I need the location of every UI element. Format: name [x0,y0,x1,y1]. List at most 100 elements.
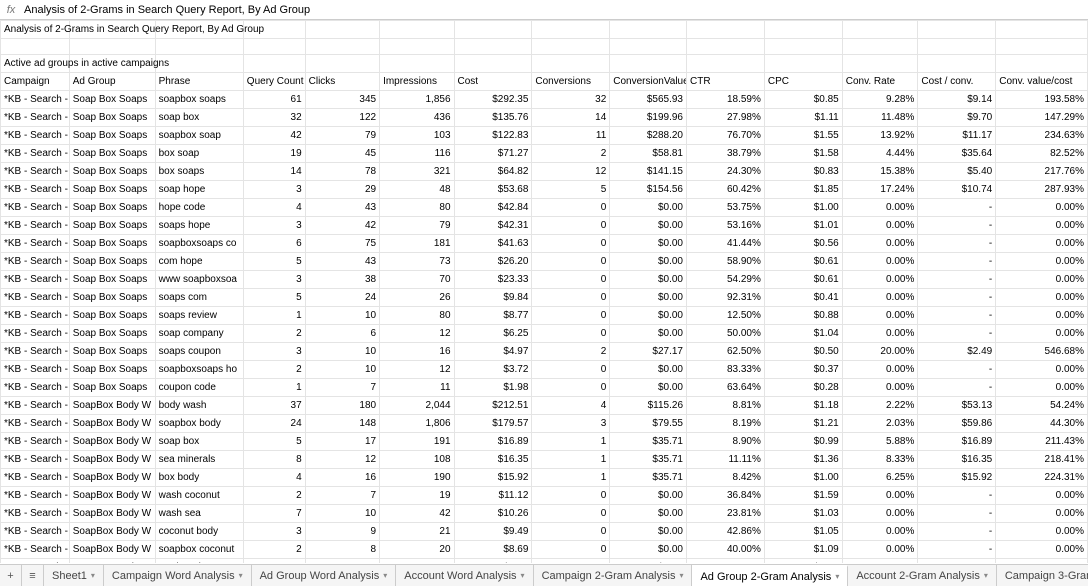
cell-impressions[interactable]: 20 [380,541,454,559]
cell-impressions[interactable]: 108 [380,451,454,469]
chevron-down-icon[interactable]: ▾ [679,571,683,580]
cell-query_count[interactable]: 4 [243,469,305,487]
cell-conv_value[interactable]: $0.00 [610,271,687,289]
cell-adgroup[interactable]: Soap Box Soaps [69,379,155,397]
cell-conv_value_cost[interactable]: 0.00% [996,541,1088,559]
cell-cost[interactable]: $71.27 [454,145,532,163]
chevron-down-icon[interactable]: ▾ [239,571,243,580]
cell-phrase[interactable]: box soap [155,145,243,163]
cell-conv_value_cost[interactable]: 0.00% [996,559,1088,564]
cell-cost_per_conv[interactable]: - [918,289,996,307]
cell-conversions[interactable]: 0 [532,253,610,271]
cell-cost_per_conv[interactable]: $53.13 [918,397,996,415]
cell-campaign[interactable]: *KB - Search - Br [1,271,70,289]
cell-cpc[interactable]: $0.99 [764,433,842,451]
cell-adgroup[interactable]: SoapBox Body W [69,505,155,523]
cell-phrase[interactable]: www soapboxsoa [155,271,243,289]
cell-conversions[interactable]: 1 [532,433,610,451]
cell-campaign[interactable]: *KB - Search - Br [1,469,70,487]
cell-conv_value_cost[interactable]: 217.76% [996,163,1088,181]
formula-bar[interactable]: fx Analysis of 2-Grams in Search Query R… [0,0,1088,20]
cell-impressions[interactable]: 80 [380,307,454,325]
cell-query_count[interactable]: 5 [243,253,305,271]
cell-cpc[interactable]: $0.56 [764,235,842,253]
cell-ctr[interactable]: 54.29% [687,271,765,289]
cell-conv_value[interactable]: $0.00 [610,325,687,343]
col-header-cost_per_conv[interactable]: Cost / conv. [918,73,996,91]
col-header-adgroup[interactable]: Ad Group [69,73,155,91]
cell-clicks[interactable]: 8 [305,541,379,559]
cell-conv_value_cost[interactable]: 0.00% [996,271,1088,289]
cell-cpc[interactable]: $0.28 [764,379,842,397]
cell-adgroup[interactable]: SoapBox Body W [69,415,155,433]
cell-phrase[interactable]: soap company [155,325,243,343]
cell-conversions[interactable]: 0 [532,523,610,541]
cell-conversions[interactable]: 4 [532,397,610,415]
cell-ctr[interactable]: 83.33% [687,361,765,379]
cell-impressions[interactable]: 1,856 [380,91,454,109]
cell-phrase[interactable]: wash sea [155,505,243,523]
cell-cost[interactable]: $6.25 [454,325,532,343]
cell-conversions[interactable]: 3 [532,415,610,433]
cell-clicks[interactable]: 43 [305,199,379,217]
cell-clicks[interactable]: 148 [305,415,379,433]
cell-cost[interactable]: $16.35 [454,451,532,469]
cell-clicks[interactable]: 42 [305,217,379,235]
cell-conv_value_cost[interactable]: 0.00% [996,505,1088,523]
cell-conv_value[interactable]: $565.93 [610,91,687,109]
cell-conversions[interactable]: 32 [532,91,610,109]
cell-cost[interactable]: $23.33 [454,271,532,289]
cell-conversions[interactable]: 2 [532,343,610,361]
cell-cpc[interactable]: $0.83 [764,163,842,181]
cell-conv_rate[interactable]: 0.00% [842,271,918,289]
cell-adgroup[interactable]: Soap Box Soaps [69,217,155,235]
cell-conversions[interactable]: 0 [532,505,610,523]
cell-conv_value[interactable]: $0.00 [610,199,687,217]
cell-cost_per_conv[interactable]: $9.70 [918,109,996,127]
cell-conversions[interactable]: 1 [532,451,610,469]
cell-campaign[interactable]: *KB - Search - Br [1,541,70,559]
cell-conv_value_cost[interactable]: 0.00% [996,199,1088,217]
cell-phrase[interactable]: sea minerals [155,451,243,469]
cell-ctr[interactable]: 58.90% [687,253,765,271]
cell-conv_value[interactable]: $0.00 [610,541,687,559]
cell-conv_value_cost[interactable]: 54.24% [996,397,1088,415]
cell-impressions[interactable]: 190 [380,469,454,487]
cell-conv_value[interactable]: $0.00 [610,487,687,505]
cell-conv_rate[interactable]: 0.00% [842,379,918,397]
cell-cost[interactable]: $8.77 [454,307,532,325]
col-header-campaign[interactable]: Campaign [1,73,70,91]
cell-conversions[interactable]: 0 [532,559,610,564]
cell-clicks[interactable]: 79 [305,127,379,145]
cell-ctr[interactable]: 11.11% [687,451,765,469]
cell-conversions[interactable]: 0 [532,541,610,559]
cell-cpc[interactable]: $1.59 [764,487,842,505]
cell-conv_value[interactable]: $199.96 [610,109,687,127]
cell-query_count[interactable]: 32 [243,109,305,127]
cell-impressions[interactable]: 80 [380,199,454,217]
cell-campaign[interactable]: *KB - Search - Br [1,433,70,451]
col-header-query_count[interactable]: Query Count [243,73,305,91]
cell-cost_per_conv[interactable]: - [918,505,996,523]
cell-conv_value[interactable]: $288.20 [610,127,687,145]
cell-clicks[interactable]: 10 [305,361,379,379]
cell-campaign[interactable]: *KB - Search - Br [1,289,70,307]
cell-conversions[interactable]: 2 [532,145,610,163]
cell-campaign[interactable]: *KB - Search - Br [1,217,70,235]
cell-cost[interactable]: $135.76 [454,109,532,127]
cell-clicks[interactable]: 38 [305,271,379,289]
cell-ctr[interactable]: 92.31% [687,289,765,307]
cell-impressions[interactable]: 103 [380,127,454,145]
cell-adgroup[interactable]: Soap Box Soaps [69,325,155,343]
cell-cost_per_conv[interactable]: - [918,235,996,253]
cell-cost_per_conv[interactable]: - [918,379,996,397]
cell-query_count[interactable]: 2 [243,487,305,505]
cell-impressions[interactable]: 16 [380,343,454,361]
cell-campaign[interactable]: *KB - Search - Br [1,91,70,109]
cell-clicks[interactable]: 24 [305,289,379,307]
cell-query_count[interactable]: 3 [243,217,305,235]
cell-phrase[interactable]: soapbox soaps [155,91,243,109]
cell-ctr[interactable]: 23.81% [687,505,765,523]
cell-campaign[interactable]: *KB - Search - Br [1,199,70,217]
cell-adgroup[interactable]: SoapBox Body W [69,487,155,505]
